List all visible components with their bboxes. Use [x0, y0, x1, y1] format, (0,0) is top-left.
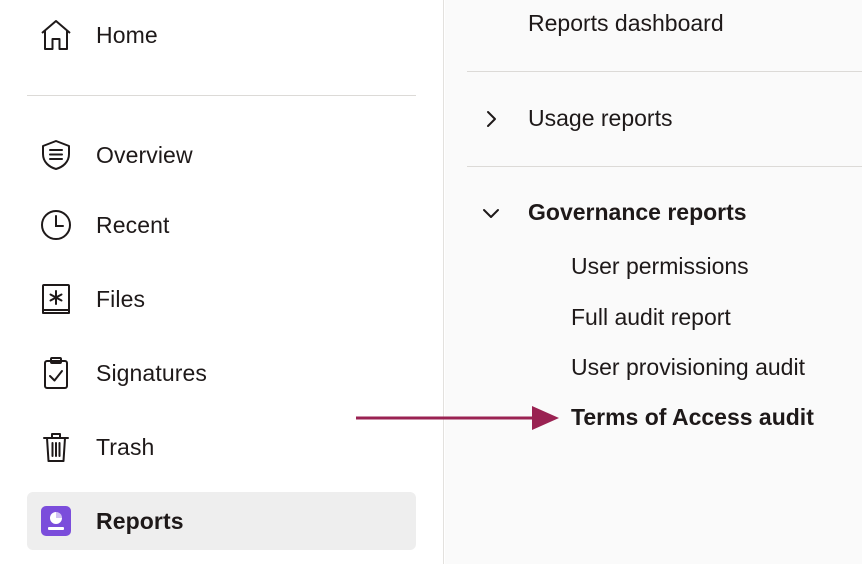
reports-panel: Reports dashboard Usage reports Governan… — [445, 0, 862, 564]
user-provisioning-audit-link[interactable]: User provisioning audit — [571, 354, 805, 381]
sidebar-item-reports[interactable]: Reports — [27, 492, 416, 550]
sidebar-item-label: Recent — [96, 211, 170, 238]
clipboard-check-icon — [39, 356, 73, 390]
sidebar-item-label: Home — [96, 21, 158, 48]
trash-icon — [39, 430, 73, 464]
shield-list-icon — [39, 138, 73, 172]
sidebar-item-label: Files — [96, 285, 146, 312]
chevron-down-icon[interactable] — [480, 202, 502, 224]
sidebar: Home Overview Recent Files Signatures Tr… — [0, 0, 444, 564]
files-icon — [39, 282, 73, 316]
chevron-right-icon[interactable] — [480, 108, 502, 130]
sidebar-item-label: Signatures — [96, 359, 207, 386]
sidebar-item-recent[interactable]: Recent — [27, 196, 416, 254]
panel-divider — [467, 71, 862, 72]
sidebar-item-label: Trash — [96, 433, 155, 460]
sidebar-item-label: Overview — [96, 141, 193, 168]
home-icon — [39, 18, 73, 52]
sidebar-item-signatures[interactable]: Signatures — [27, 344, 416, 402]
usage-reports-link[interactable]: Usage reports — [528, 105, 672, 132]
pointer-arrow-icon — [356, 406, 559, 430]
governance-reports-link[interactable]: Governance reports — [528, 199, 747, 226]
sidebar-item-overview[interactable]: Overview — [27, 126, 416, 184]
sidebar-item-label: Reports — [96, 507, 184, 534]
user-permissions-link[interactable]: User permissions — [571, 253, 749, 280]
sidebar-divider — [27, 95, 416, 96]
sidebar-item-home[interactable]: Home — [27, 6, 416, 64]
clock-icon — [39, 208, 73, 242]
panel-divider — [467, 166, 862, 167]
terms-of-access-audit-link[interactable]: Terms of Access audit — [571, 404, 814, 431]
sidebar-item-files[interactable]: Files — [27, 270, 416, 328]
full-audit-report-link[interactable]: Full audit report — [571, 304, 731, 331]
reports-dashboard-link[interactable]: Reports dashboard — [528, 10, 724, 37]
reports-icon — [39, 504, 73, 538]
